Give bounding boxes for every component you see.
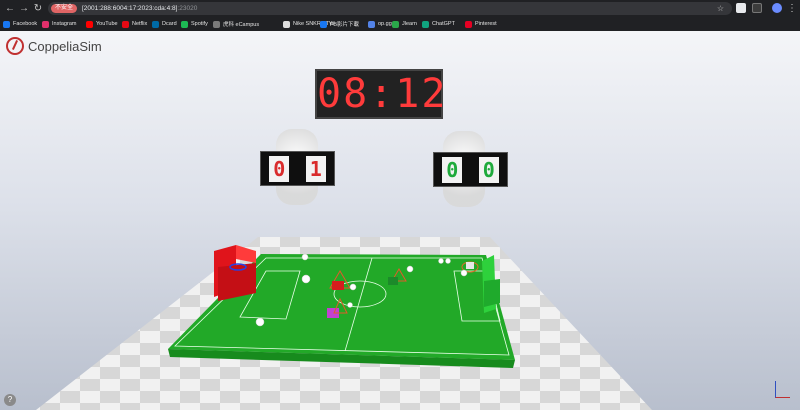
url-text[interactable]: [2001:288:6004:17:2023:cda:4:8]:23020 (82, 2, 197, 15)
bookmark-item[interactable]: op.gg (368, 18, 392, 30)
bookmark-label: Instagram (52, 21, 77, 27)
address-bar[interactable]: 不安全 [2001:288:6004:17:2023:cda:4:8]:2302… (48, 2, 732, 15)
bookmark-favicon-icon (465, 20, 472, 28)
score-right-ones: 0 (478, 156, 499, 183)
match-timer: 08:12 (315, 69, 448, 119)
bookmark-label: Pinterest (475, 21, 497, 27)
sim-viewport[interactable]: CoppeliaSim 08:12 0 1 0 0 ? (0, 31, 800, 410)
bookmark-item[interactable]: FB影片下載 (320, 18, 359, 30)
bookmarks-bar: Facebook Instagram YouTube Netflix Dcard Spot… (0, 17, 800, 32)
help-button[interactable]: ? (4, 394, 16, 406)
bookmark-label: Jlearn (402, 21, 417, 27)
scoreboard-left: 0 1 (260, 151, 335, 186)
bookmark-item[interactable]: Spotify (181, 18, 208, 30)
bookmark-favicon-icon (392, 20, 399, 28)
score-right-tens: 0 (442, 156, 463, 183)
bookmark-item[interactable]: Dcard (152, 18, 177, 30)
bookmark-item[interactable]: Instagram (42, 18, 76, 30)
bookmark-favicon-icon (422, 20, 429, 28)
reload-icon[interactable]: ↻ (32, 2, 44, 15)
extension-icon[interactable] (736, 3, 746, 13)
bookmark-favicon-icon (3, 20, 10, 28)
bookmark-label: ChatGPT (432, 21, 455, 27)
bookmark-star-icon[interactable]: ☆ (717, 2, 724, 15)
bookmark-favicon-icon (152, 20, 159, 28)
axes-gizmo-icon (775, 381, 790, 398)
security-warning-badge[interactable]: 不安全 (51, 4, 78, 13)
back-icon[interactable]: ← (4, 2, 16, 15)
bookmark-favicon-icon (213, 20, 220, 28)
bookmark-item[interactable]: Netflix (122, 18, 147, 30)
bookmark-label: FB影片下載 (330, 22, 360, 28)
bookmark-label: op.gg (378, 21, 392, 27)
browser-menu-icon[interactable]: ⋮ (786, 2, 798, 15)
profile-avatar[interactable] (772, 3, 782, 13)
bookmark-favicon-icon (368, 20, 375, 28)
bookmark-item[interactable]: 虎科 eCampus (213, 18, 259, 30)
goal-left (214, 245, 256, 301)
bookmark-label: Facebook (13, 21, 38, 27)
browser-toolbar: ← → ↻ 不安全 [2001:288:6004:17:2023:cda:4:8… (0, 0, 800, 17)
bookmark-item[interactable]: Pinterest (465, 18, 497, 30)
bookmark-item[interactable]: YouTube (86, 18, 118, 30)
bookmark-favicon-icon (86, 20, 93, 28)
bookmark-favicon-icon (320, 20, 327, 28)
scoreboard-right: 0 0 (433, 152, 508, 187)
score-left-ones: 1 (305, 155, 326, 182)
bookmark-label: Spotify (191, 21, 208, 27)
extensions-puzzle-icon[interactable] (752, 3, 762, 13)
bookmark-label: Dcard (162, 21, 177, 27)
bookmark-item[interactable]: Jlearn (392, 18, 417, 30)
forward-icon[interactable]: → (18, 2, 30, 15)
bookmark-item[interactable]: Facebook (3, 18, 37, 30)
bookmark-favicon-icon (283, 20, 290, 28)
bookmark-favicon-icon (122, 20, 129, 28)
bookmark-label: 虎科 eCampus (223, 22, 260, 28)
bookmark-favicon-icon (181, 20, 188, 28)
score-left-tens: 0 (269, 155, 290, 182)
bookmark-favicon-icon (42, 20, 49, 28)
bookmark-label: Netflix (132, 21, 148, 27)
bookmark-item[interactable]: ChatGPT (422, 18, 455, 30)
bookmark-label: YouTube (96, 21, 118, 27)
